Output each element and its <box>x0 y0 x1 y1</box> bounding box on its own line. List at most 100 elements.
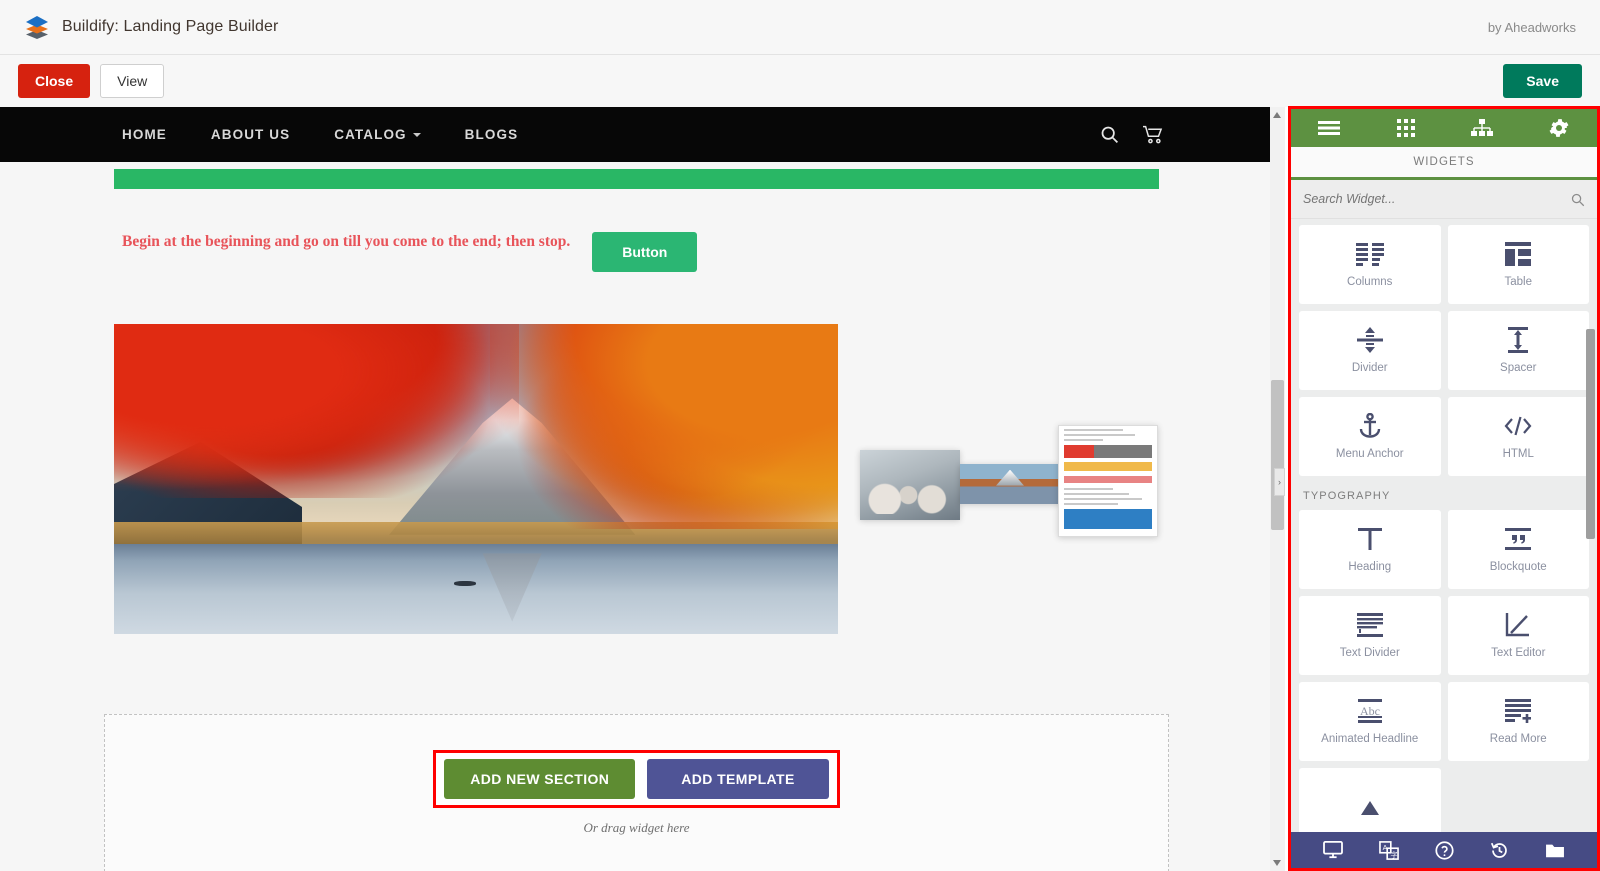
read-more-icon <box>1505 698 1532 724</box>
section-dropzone[interactable]: ADD NEW SECTION ADD TEMPLATE Or drag wid… <box>104 714 1169 871</box>
hero-image[interactable] <box>114 324 838 634</box>
search-widget-input[interactable] <box>1303 192 1570 206</box>
spacer-icon <box>1505 327 1531 353</box>
history-icon[interactable] <box>1490 841 1509 860</box>
nav-item-blogs[interactable]: BLOGS <box>443 127 541 142</box>
text-divider-icon <box>1356 612 1383 638</box>
nav-icon-group <box>1099 124 1285 145</box>
anchor-icon <box>1358 413 1382 439</box>
scroll-down-arrow-icon[interactable] <box>1273 860 1281 866</box>
code-icon <box>1504 413 1532 439</box>
cta-button[interactable]: Button <box>592 232 698 272</box>
table-icon <box>1505 241 1532 267</box>
preview-canvas[interactable]: HOME ABOUT US CATALOG BLOGS Begin at the… <box>0 107 1285 871</box>
hamburger-icon <box>1318 120 1341 136</box>
text-editor-icon <box>1505 612 1531 638</box>
widget-list[interactable]: Columns Table Divider Spacer Menu Anchor… <box>1291 219 1597 832</box>
ghost-people-photo <box>860 450 960 520</box>
panel-scrollbar-thumb[interactable] <box>1586 329 1595 539</box>
widget-group-basic: Columns Table Divider Spacer Menu Anchor… <box>1299 225 1589 476</box>
widget-label: Blockquote <box>1489 561 1547 573</box>
widget-label: Menu Anchor <box>1335 448 1404 460</box>
responsive-mode-icon[interactable] <box>1323 841 1343 859</box>
app-header: Buildify: Landing Page Builder by Aheadw… <box>0 0 1600 55</box>
gear-icon <box>1549 118 1569 138</box>
ghost-report-document <box>1058 425 1158 537</box>
widget-group-typography: Heading Blockquote Text Divider Text Edi… <box>1299 510 1589 761</box>
close-button[interactable]: Close <box>18 63 91 99</box>
widget-label: Table <box>1504 276 1533 288</box>
divider-icon <box>1356 327 1383 353</box>
cart-icon[interactable] <box>1142 124 1165 145</box>
widget-tile-spacer[interactable]: Spacer <box>1447 311 1589 390</box>
view-button[interactable]: View <box>100 63 165 99</box>
widget-group-next-partial <box>1299 768 1589 832</box>
widget-label: Animated Headline <box>1321 733 1419 745</box>
widget-label: Spacer <box>1500 362 1537 374</box>
svg-text:A: A <box>1383 843 1388 852</box>
quote-text: Begin at the beginning and go on till yo… <box>122 233 571 250</box>
widgets-panel: WIDGETS Search Widget... Columns Table D… <box>1288 106 1600 871</box>
canvas-scrollbar-thumb[interactable] <box>1271 380 1284 530</box>
svg-text:字: 字 <box>1390 850 1397 859</box>
section-green-bar <box>114 169 1159 189</box>
search-icon[interactable] <box>1099 124 1120 145</box>
search-icon[interactable] <box>1570 192 1585 207</box>
widget-label: Divider <box>1351 362 1388 374</box>
scroll-up-arrow-icon[interactable] <box>1273 112 1281 118</box>
help-icon[interactable] <box>1435 840 1454 860</box>
panel-tab-menu[interactable] <box>1291 109 1368 147</box>
widget-tile-columns[interactable]: Columns <box>1299 225 1441 304</box>
panel-tab-bar <box>1291 109 1597 147</box>
widget-tile-divider[interactable]: Divider <box>1299 311 1441 390</box>
widget-tile-text-divider[interactable]: Text Divider <box>1299 596 1441 675</box>
site-navigation: HOME ABOUT US CATALOG BLOGS <box>0 107 1285 162</box>
nav-item-about-us[interactable]: ABOUT US <box>189 127 312 142</box>
panel-tab-settings[interactable] <box>1521 109 1598 147</box>
folder-icon[interactable] <box>1545 842 1565 859</box>
widget-tile-text-editor[interactable]: Text Editor <box>1447 596 1589 675</box>
add-new-section-button[interactable]: ADD NEW SECTION <box>444 759 636 799</box>
widget-label: Columns <box>1347 276 1393 288</box>
add-template-button[interactable]: ADD TEMPLATE <box>647 759 829 799</box>
widget-tile-heading[interactable]: Heading <box>1299 510 1441 589</box>
widget-tile-table[interactable]: Table <box>1447 225 1589 304</box>
chevron-down-icon <box>412 132 421 137</box>
triangle-up-icon <box>1360 795 1379 821</box>
svg-text:Abc: Abc <box>1360 704 1380 718</box>
ghost-fuji-photo <box>960 464 1060 504</box>
nav-item-home[interactable]: HOME <box>100 127 189 142</box>
save-button[interactable]: Save <box>1503 63 1582 99</box>
animated-headline-icon: Abc <box>1356 698 1384 724</box>
quote-icon <box>1505 526 1532 552</box>
widget-label: HTML <box>1502 448 1534 460</box>
nav-item-label: ABOUT US <box>210 127 291 142</box>
widget-tile-partial[interactable] <box>1299 768 1441 832</box>
quote-row: Begin at the beginning and go on till yo… <box>0 232 1285 272</box>
columns-icon <box>1355 241 1384 267</box>
nav-item-catalog[interactable]: CATALOG <box>312 127 442 142</box>
hero-maple-left <box>114 324 520 498</box>
nav-item-label: HOME <box>122 127 167 142</box>
add-buttons-highlight: ADD NEW SECTION ADD TEMPLATE <box>433 750 840 808</box>
app-title: Buildify: Landing Page Builder <box>62 18 279 35</box>
widget-search-bar[interactable] <box>1291 180 1597 219</box>
widget-tile-read-more[interactable]: Read More <box>1447 682 1589 761</box>
panel-tab-widgets[interactable] <box>1368 109 1445 147</box>
vendor-label: by Aheadworks <box>1487 19 1576 35</box>
panel-section-title: WIDGETS <box>1291 147 1597 180</box>
widget-tile-html[interactable]: HTML <box>1447 397 1589 476</box>
translate-icon[interactable]: A 字 <box>1379 840 1399 860</box>
widget-tile-animated-headline[interactable]: Abc Animated Headline <box>1299 682 1441 761</box>
grid-icon <box>1396 119 1415 137</box>
panel-bottom-toolbar: A 字 <box>1291 832 1597 868</box>
heading-icon <box>1357 526 1382 552</box>
drag-widget-hint: Or drag widget here <box>583 820 690 835</box>
panel-scrollbar[interactable] <box>1586 329 1595 749</box>
widget-tile-menu-anchor[interactable]: Menu Anchor <box>1299 397 1441 476</box>
widget-tile-blockquote[interactable]: Blockquote <box>1447 510 1589 589</box>
panel-tab-structure[interactable] <box>1444 109 1521 147</box>
nav-item-label: BLOGS <box>464 127 519 142</box>
widget-group-heading-typography: TYPOGRAPHY <box>1303 490 1391 502</box>
panel-collapse-handle[interactable]: › <box>1274 468 1285 496</box>
